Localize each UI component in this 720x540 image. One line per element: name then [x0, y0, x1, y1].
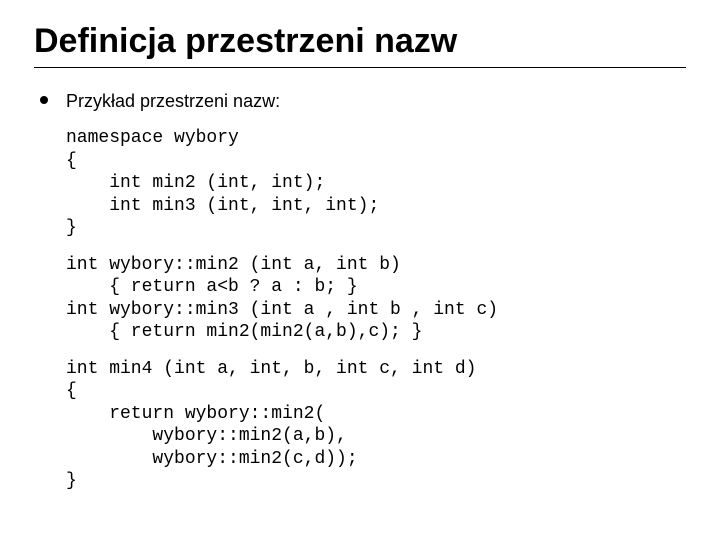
code-block-min4: int min4 (int a, int, b, int c, int d) {… [66, 358, 686, 493]
slide-title: Definicja przestrzeni nazw [34, 22, 686, 61]
code-block-definitions: int wybory::min2 (int a, int b) { return… [66, 254, 686, 344]
bullet-item: Przykład przestrzeni nazw: [40, 90, 686, 113]
code-block-namespace: namespace wybory { int min2 (int, int); … [66, 127, 686, 240]
title-underline [34, 67, 686, 68]
bullet-text: Przykład przestrzeni nazw: [66, 90, 280, 113]
slide-body: Przykład przestrzeni nazw: namespace wyb… [34, 90, 686, 493]
bullet-icon [40, 96, 48, 104]
slide: Definicja przestrzeni nazw Przykład prze… [0, 0, 720, 540]
